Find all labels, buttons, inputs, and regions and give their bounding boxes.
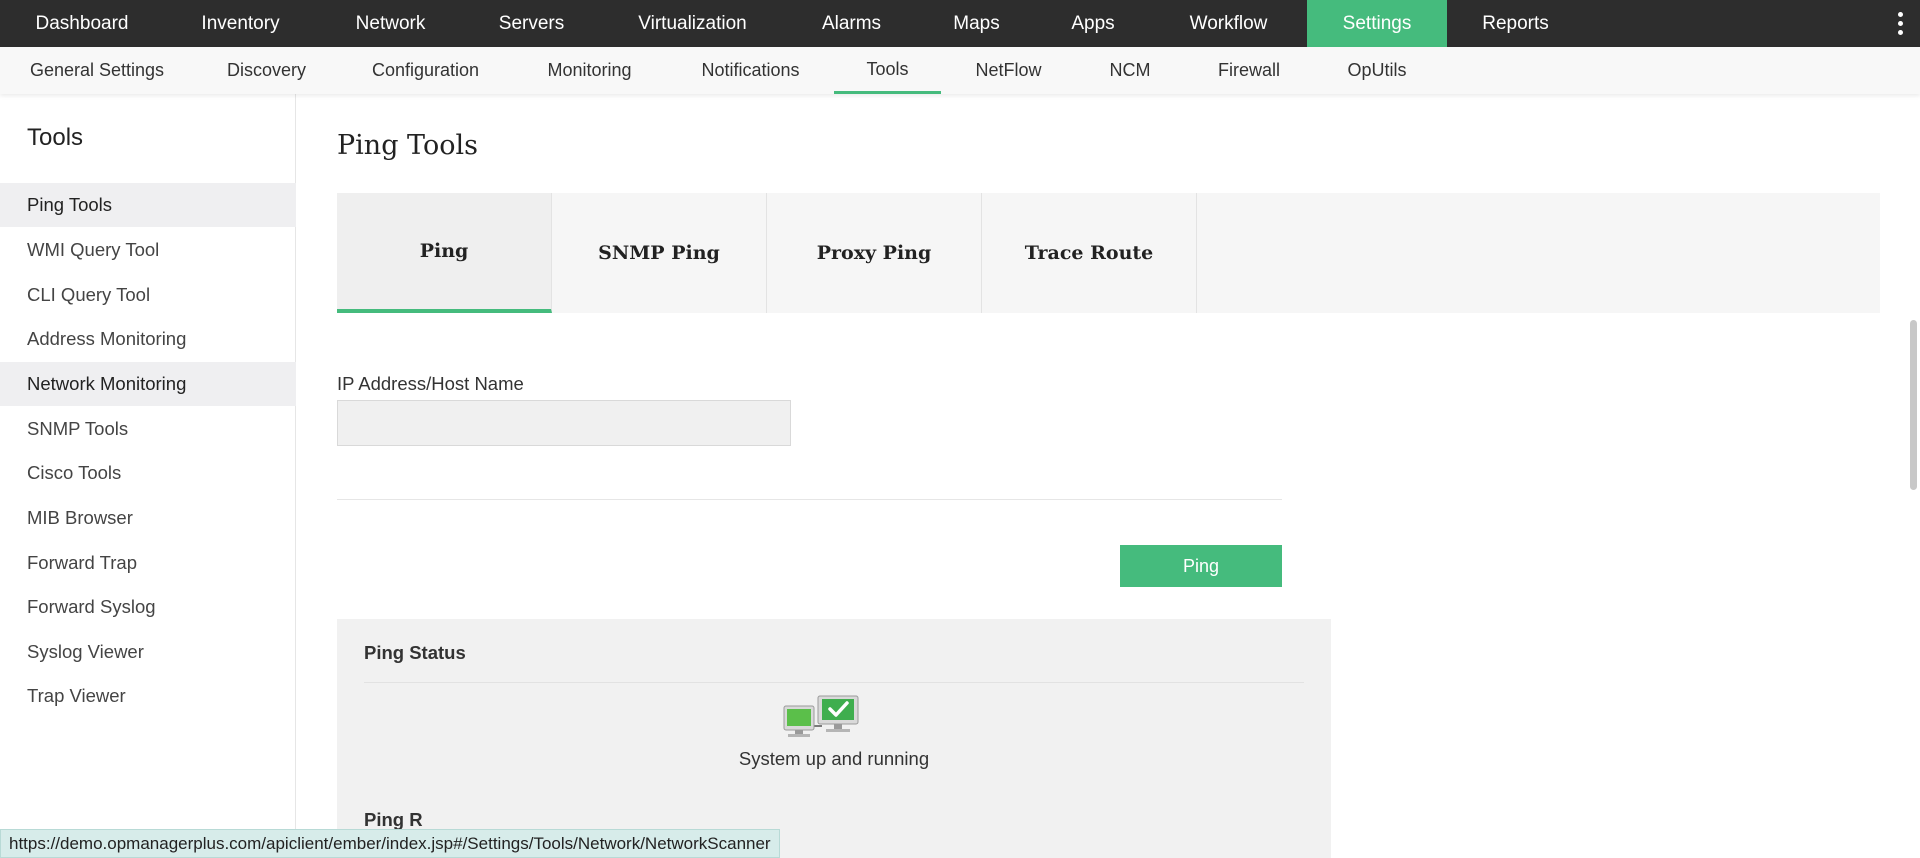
sidebar-item-snmp-tools[interactable]: SNMP Tools <box>0 407 296 451</box>
subnav-general-settings[interactable]: General Settings <box>0 47 194 94</box>
link-status-url: https://demo.opmanagerplus.com/apiclient… <box>0 829 780 858</box>
ping-tools-tabbar: Ping SNMP Ping Proxy Ping Trace Route <box>337 193 1880 313</box>
subnav-configuration[interactable]: Configuration <box>339 47 512 94</box>
sidebar-item-cisco-tools[interactable]: Cisco Tools <box>0 451 296 495</box>
status-divider <box>364 682 1304 683</box>
main-content: Ping Tools Ping SNMP Ping Proxy Ping Tra… <box>297 94 1906 858</box>
sidebar-item-ping-tools[interactable]: Ping Tools <box>0 183 296 227</box>
tab-trace-route[interactable]: Trace Route <box>982 193 1197 313</box>
tab-ping[interactable]: Ping <box>337 193 552 313</box>
page-scrollbar[interactable] <box>1906 94 1920 858</box>
nav-apps[interactable]: Apps <box>1036 0 1150 47</box>
network-monitors-check-icon <box>783 695 859 737</box>
subnav-ncm[interactable]: NCM <box>1076 47 1184 94</box>
page-title: Ping Tools <box>337 130 478 161</box>
subnav-oputils[interactable]: OpUtils <box>1314 47 1440 94</box>
subnav-notifications[interactable]: Notifications <box>667 47 834 94</box>
nav-virtualization[interactable]: Virtualization <box>599 0 786 47</box>
nav-network[interactable]: Network <box>317 0 464 47</box>
ping-status-title: Ping Status <box>364 642 466 663</box>
nav-inventory[interactable]: Inventory <box>164 0 317 47</box>
nav-settings[interactable]: Settings <box>1307 0 1447 47</box>
sidebar-item-address-monitoring[interactable]: Address Monitoring <box>0 317 296 361</box>
subnav-firewall[interactable]: Firewall <box>1184 47 1314 94</box>
sidebar-item-network-monitoring[interactable]: Network Monitoring <box>0 362 296 406</box>
form-divider <box>337 499 1282 500</box>
sidebar-item-forward-trap[interactable]: Forward Trap <box>0 541 296 585</box>
subnav-tools[interactable]: Tools <box>834 47 941 94</box>
nav-dashboard[interactable]: Dashboard <box>0 0 164 47</box>
sidebar-item-wmi-query-tool[interactable]: WMI Query Tool <box>0 228 296 272</box>
sidebar-item-cli-query-tool[interactable]: CLI Query Tool <box>0 273 296 317</box>
subnav-discovery[interactable]: Discovery <box>194 47 339 94</box>
subnav-netflow[interactable]: NetFlow <box>941 47 1076 94</box>
ping-status-panel: Ping Status System up and running Ping R <box>337 619 1331 858</box>
nav-alarms[interactable]: Alarms <box>786 0 917 47</box>
ping-status-message: System up and running <box>738 748 930 769</box>
tab-snmp-ping[interactable]: SNMP Ping <box>552 193 767 313</box>
nav-workflow[interactable]: Workflow <box>1150 0 1307 47</box>
ping-response-heading: Ping R <box>364 809 423 830</box>
sidebar-item-forward-syslog[interactable]: Forward Syslog <box>0 585 296 629</box>
sidebar-title: Tools <box>27 124 84 151</box>
sidebar-item-trap-viewer[interactable]: Trap Viewer <box>0 674 296 718</box>
nav-reports[interactable]: Reports <box>1447 0 1584 47</box>
kebab-menu-icon[interactable] <box>1894 0 1906 47</box>
ping-button[interactable]: Ping <box>1120 545 1282 587</box>
ip-address-input[interactable] <box>337 400 791 446</box>
top-navigation-bar: Dashboard Inventory Network Servers Virt… <box>0 0 1920 47</box>
ip-address-label: IP Address/Host Name <box>337 373 524 394</box>
scrollbar-thumb[interactable] <box>1910 320 1917 490</box>
subnav-monitoring[interactable]: Monitoring <box>512 47 667 94</box>
nav-maps[interactable]: Maps <box>917 0 1036 47</box>
nav-servers[interactable]: Servers <box>464 0 599 47</box>
sidebar-item-syslog-viewer[interactable]: Syslog Viewer <box>0 630 296 674</box>
tools-sidebar: Tools Ping Tools WMI Query Tool CLI Quer… <box>0 94 296 858</box>
tab-proxy-ping[interactable]: Proxy Ping <box>767 193 982 313</box>
sidebar-item-mib-browser[interactable]: MIB Browser <box>0 496 296 540</box>
settings-sub-navigation: General Settings Discovery Configuration… <box>0 47 1920 94</box>
